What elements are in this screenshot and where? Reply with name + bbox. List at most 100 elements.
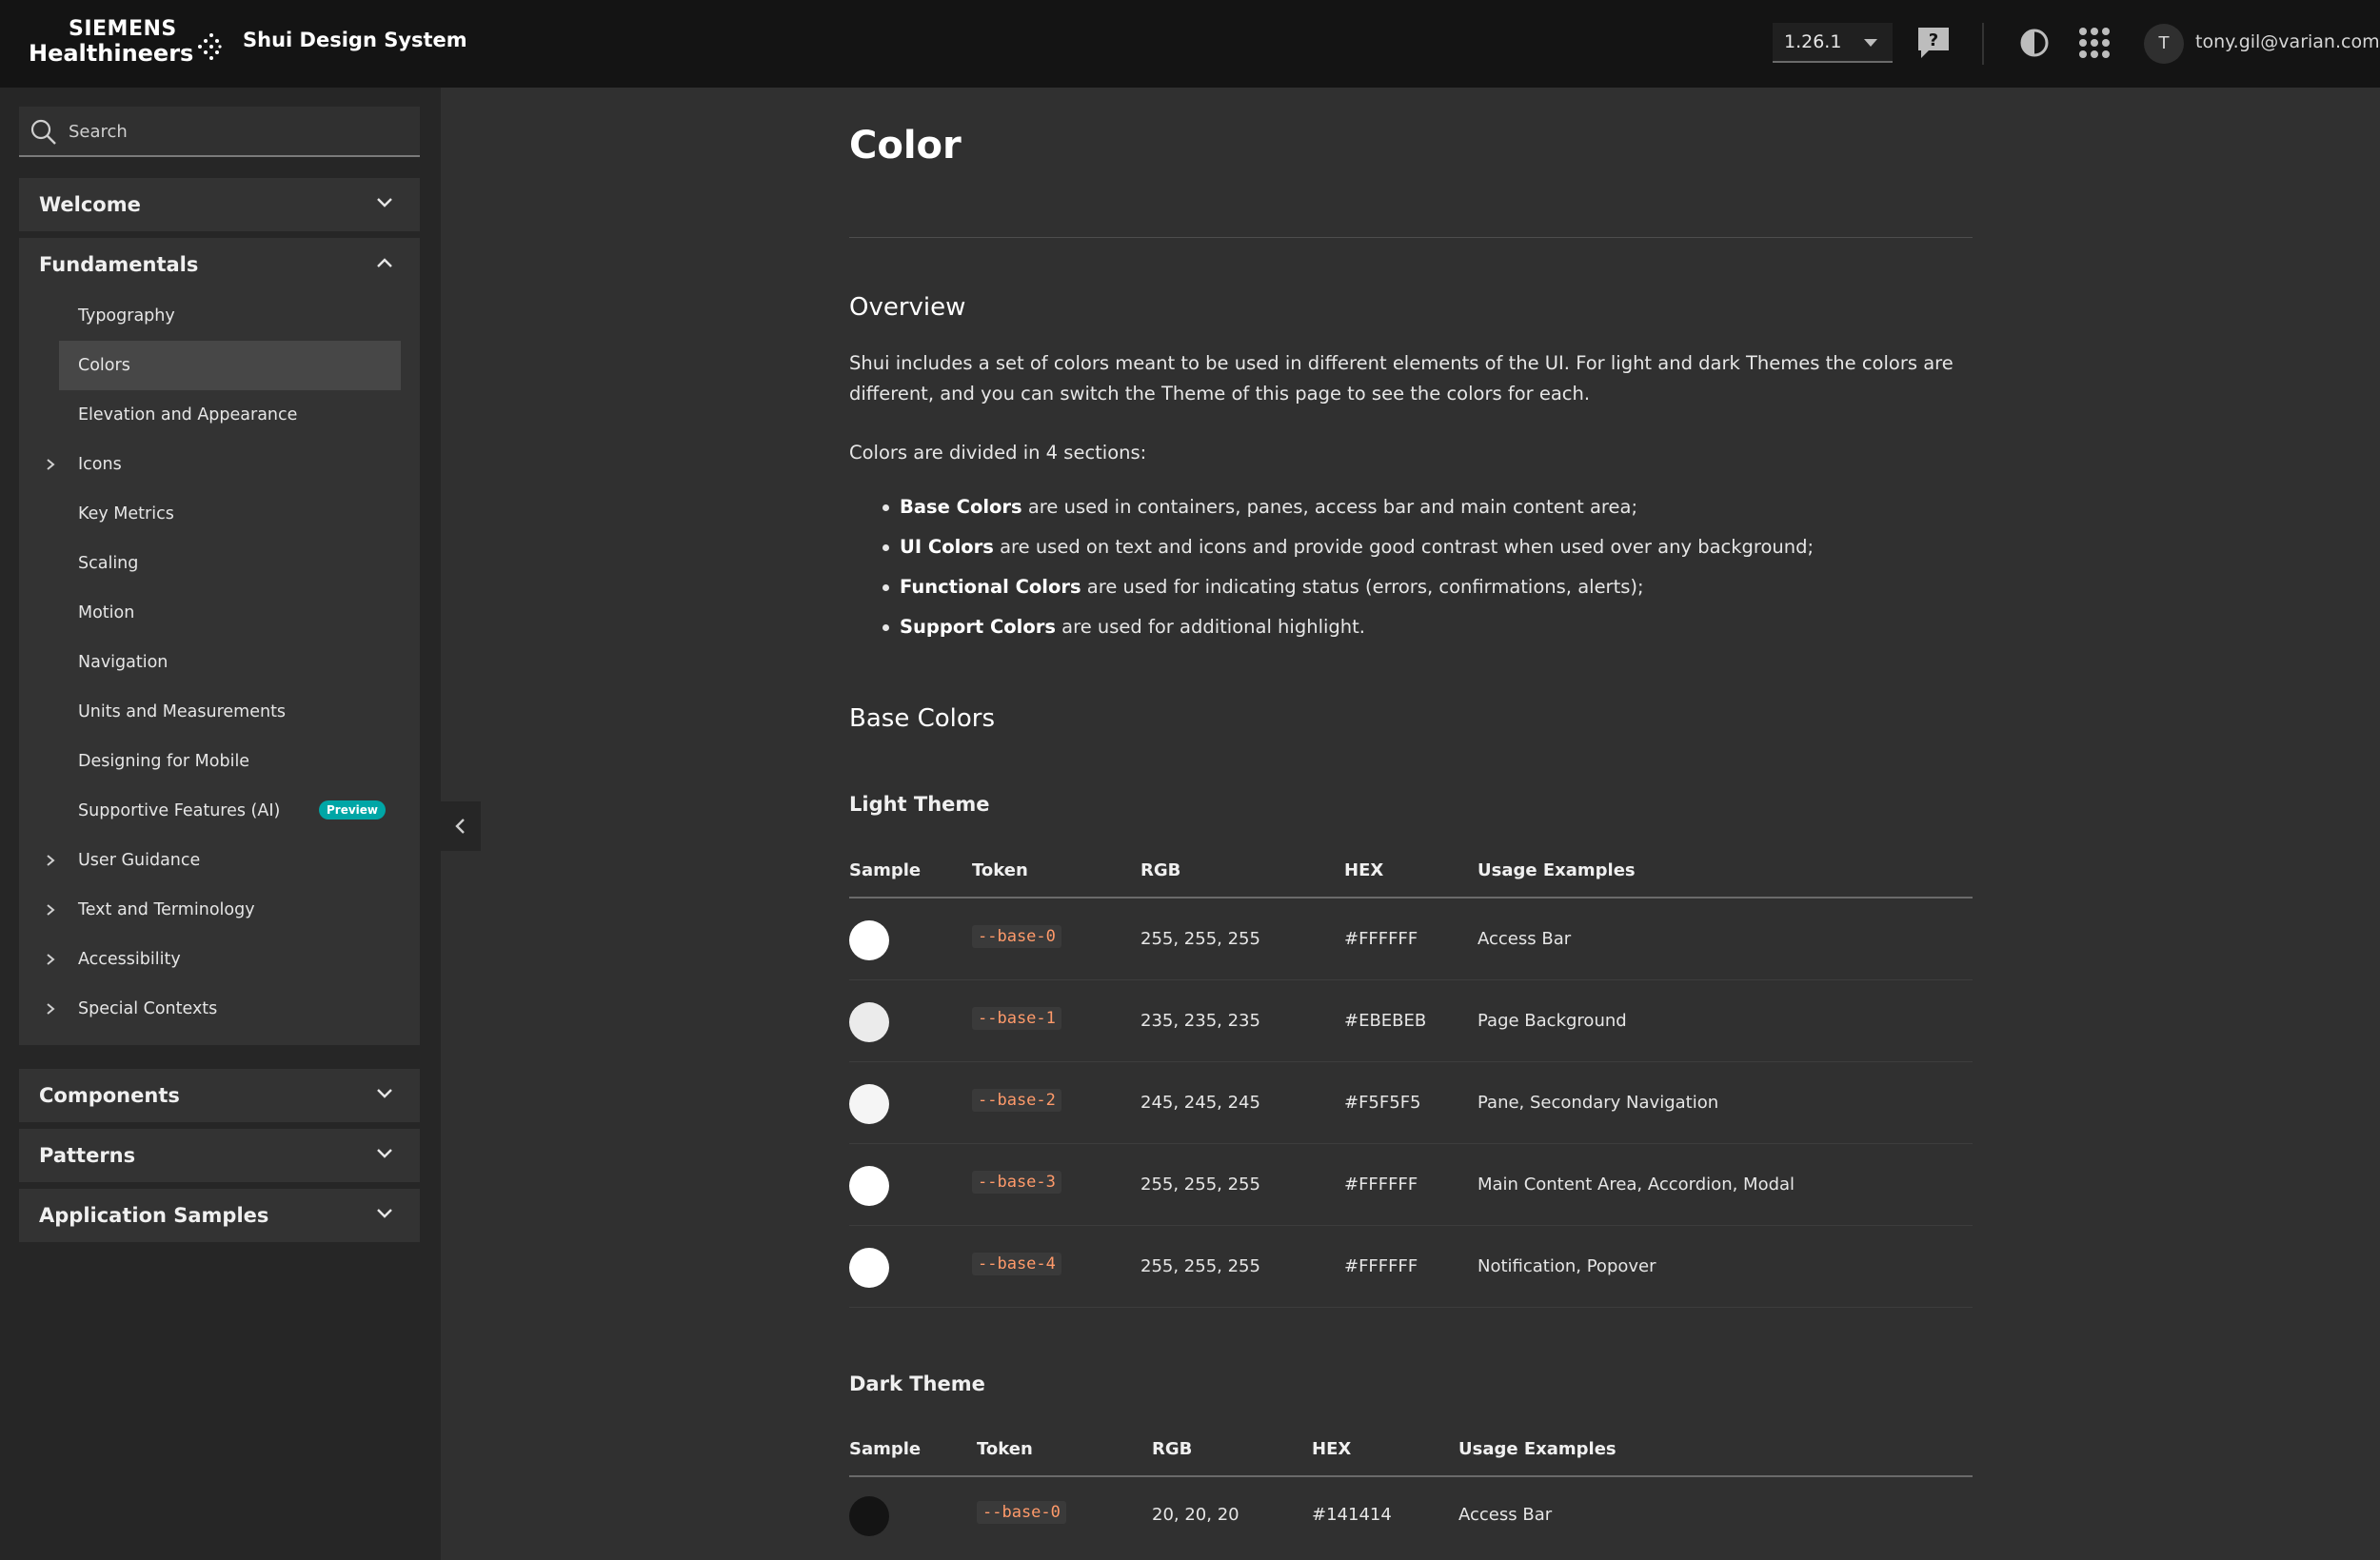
siemens-healthineers-logo[interactable]: SIEMENS Healthineers <box>29 19 222 65</box>
rgb-value: 235, 235, 235 <box>1140 1011 1260 1031</box>
app-grid-icon[interactable] <box>2077 26 2112 60</box>
nav-item-label: Colors <box>78 356 130 375</box>
search-box[interactable] <box>19 107 420 157</box>
nav-item-label: Navigation <box>78 653 169 672</box>
nav-item-key-metrics[interactable]: Key Metrics <box>69 489 410 539</box>
chevron-down-icon <box>377 1149 392 1158</box>
nav-item-motion[interactable]: Motion <box>69 588 410 638</box>
accordion-patterns[interactable]: Patterns <box>19 1129 420 1182</box>
accordion-header-fundamentals[interactable]: Fundamentals <box>19 238 420 291</box>
color-swatch <box>849 1002 889 1042</box>
sections-intro: Colors are divided in 4 sections: <box>849 442 1147 464</box>
table-row: --base-0 20, 20, 20 #141414 Access Bar <box>849 1477 1973 1559</box>
nav-item-label: Supportive Features (AI) <box>78 801 281 820</box>
chevron-right-icon[interactable] <box>46 903 55 917</box>
nav-item-units[interactable]: Units and Measurements <box>69 687 410 737</box>
nav-item-navigation[interactable]: Navigation <box>69 638 410 687</box>
search-icon <box>30 119 56 145</box>
help-chat-icon[interactable]: ? <box>1915 25 1952 61</box>
accordion-application-samples[interactable]: Application Samples <box>19 1189 420 1242</box>
nav-item-accessibility[interactable]: Accessibility <box>47 935 410 984</box>
collapse-sidebar-button[interactable] <box>441 801 481 851</box>
overview-heading: Overview <box>849 293 966 322</box>
header-divider <box>1982 23 1984 65</box>
chevron-right-icon[interactable] <box>46 854 55 867</box>
accordion-components[interactable]: Components <box>19 1069 420 1122</box>
dark-theme-table: Sample Token RGB HEX Usage Examples --ba… <box>849 1418 1973 1559</box>
color-sections-list: Base Colors are used in containers, pane… <box>849 487 1973 647</box>
nav-item-elevation[interactable]: Elevation and Appearance <box>69 390 410 440</box>
nav-item-label: Motion <box>78 603 135 622</box>
col-usage: Usage Examples <box>1478 860 1636 880</box>
table-row: --base-1 235, 235, 235 #EBEBEB Page Back… <box>849 980 1973 1062</box>
col-rgb: RGB <box>1152 1439 1193 1459</box>
search-input[interactable] <box>69 116 402 147</box>
nav-item-user-guidance[interactable]: User Guidance <box>47 836 410 885</box>
col-hex: HEX <box>1344 860 1384 880</box>
nav-item-label: Accessibility <box>78 950 181 969</box>
preview-badge: Preview <box>318 800 386 819</box>
accordion-header-welcome[interactable]: Welcome <box>19 178 420 231</box>
usage-value: Pane, Secondary Navigation <box>1478 1093 1719 1113</box>
nav-item-label: Special Contexts <box>78 999 218 1018</box>
nav-item-typography[interactable]: Typography <box>69 291 410 341</box>
usage-value: Main Content Area, Accordion, Modal <box>1478 1175 1795 1195</box>
nav-item-label: Icons <box>78 455 122 474</box>
accordion-title: Components <box>39 1084 180 1107</box>
color-swatch <box>849 1248 889 1288</box>
avatar[interactable]: T <box>2144 24 2184 64</box>
chevron-up-icon <box>377 258 392 267</box>
base-colors-heading: Base Colors <box>849 704 996 733</box>
nav-item-mobile[interactable]: Designing for Mobile <box>69 737 410 786</box>
color-swatch <box>849 920 889 960</box>
accordion-header-application-samples[interactable]: Application Samples <box>19 1189 420 1242</box>
col-token: Token <box>977 1439 1033 1459</box>
nav-item-text-terminology[interactable]: Text and Terminology <box>47 885 410 935</box>
col-token: Token <box>972 860 1028 880</box>
accordion-title: Application Samples <box>39 1204 269 1227</box>
brand-line2: Healthineers <box>29 40 194 67</box>
chevron-right-icon[interactable] <box>46 953 55 966</box>
brand-dots-icon <box>198 33 222 60</box>
table-row: --base-2 245, 245, 245 #F5F5F5 Pane, Sec… <box>849 1062 1973 1144</box>
chevron-right-icon[interactable] <box>46 1002 55 1016</box>
usage-value: Page Background <box>1478 1011 1627 1031</box>
table-header: Sample Token RGB HEX Usage Examples <box>849 1418 1973 1477</box>
nav-item-supportive-features[interactable]: Supportive Features (AI) Preview <box>69 786 410 836</box>
accordion-header-patterns[interactable]: Patterns <box>19 1129 420 1182</box>
chevron-down-icon <box>377 198 392 207</box>
rgb-value: 255, 255, 255 <box>1140 929 1260 949</box>
nav-item-special-contexts[interactable]: Special Contexts <box>47 984 410 1034</box>
nav-item-scaling[interactable]: Scaling <box>69 539 410 588</box>
nav-item-icons[interactable]: Icons <box>47 440 410 489</box>
usage-value: Access Bar <box>1458 1505 1553 1525</box>
caret-down-icon <box>1864 39 1877 47</box>
chevron-right-icon[interactable] <box>46 458 55 471</box>
col-usage: Usage Examples <box>1458 1439 1616 1459</box>
table-row: --base-0 255, 255, 255 #FFFFFF Access Ba… <box>849 898 1973 980</box>
col-sample: Sample <box>849 1439 922 1459</box>
list-item: Functional Colors are used for indicatin… <box>849 567 1973 607</box>
token-code: --base-2 <box>972 1089 1061 1112</box>
accordion-header-components[interactable]: Components <box>19 1069 420 1122</box>
hex-value: #141414 <box>1312 1505 1392 1525</box>
rgb-value: 255, 255, 255 <box>1140 1175 1260 1195</box>
col-sample: Sample <box>849 860 922 880</box>
chevron-down-icon <box>377 1089 392 1098</box>
theme-contrast-icon[interactable] <box>2018 27 2051 59</box>
chevron-down-icon <box>377 1209 392 1218</box>
table-header: Sample Token RGB HEX Usage Examples <box>849 839 1973 898</box>
app-title[interactable]: Shui Design System <box>243 29 467 51</box>
nav-item-colors[interactable]: Colors <box>59 341 401 390</box>
user-email[interactable]: tony.gil@varian.com <box>2195 31 2380 52</box>
title-divider <box>849 237 1973 238</box>
usage-value: Access Bar <box>1478 929 1572 949</box>
table-row: --base-4 255, 255, 255 #FFFFFF Notificat… <box>849 1226 1973 1308</box>
version-select[interactable]: 1.26.1 <box>1773 23 1893 63</box>
sidebar: Welcome Fundamentals Typography Colors E… <box>0 88 441 1560</box>
table-row: --base-3 255, 255, 255 #FFFFFF Main Cont… <box>849 1144 1973 1226</box>
chevron-left-icon <box>455 819 465 834</box>
page-title: Color <box>849 124 962 168</box>
token-code: --base-4 <box>972 1253 1061 1275</box>
accordion-welcome[interactable]: Welcome <box>19 178 420 231</box>
